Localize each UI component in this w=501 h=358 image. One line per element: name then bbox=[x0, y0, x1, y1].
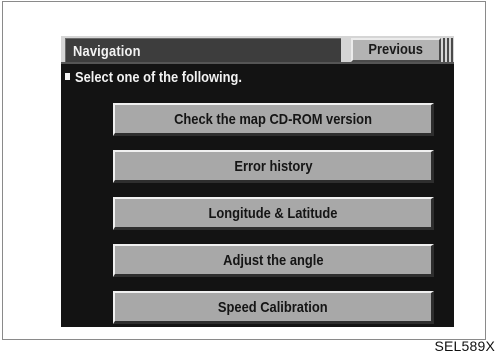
navigation-screen: Navigation Previous Select one of the fo… bbox=[61, 36, 454, 327]
previous-button-label: Previous bbox=[368, 41, 424, 58]
instruction-line: Select one of the following. bbox=[65, 69, 269, 87]
figure-code: SEL589X bbox=[434, 338, 495, 354]
menu-item-label: Longitude & Latitude bbox=[208, 204, 338, 222]
adjust-angle-button[interactable]: Adjust the angle bbox=[113, 244, 434, 277]
longitude-latitude-button[interactable]: Longitude & Latitude bbox=[113, 197, 434, 230]
figure-frame: Navigation Previous Select one of the fo… bbox=[2, 1, 486, 340]
menu-item-label: Error history bbox=[233, 157, 313, 175]
title-bar: Navigation Previous bbox=[61, 36, 454, 64]
menu-item-label: Check the map CD-ROM version bbox=[174, 110, 372, 128]
instruction-text: Select one of the following. bbox=[75, 69, 243, 87]
previous-button[interactable]: Previous bbox=[351, 38, 441, 62]
bullet-icon bbox=[65, 73, 70, 81]
speed-calibration-button[interactable]: Speed Calibration bbox=[113, 291, 434, 324]
error-history-button[interactable]: Error history bbox=[113, 150, 434, 183]
title-bar-stripes bbox=[443, 38, 454, 62]
check-map-cd-rom-version-button[interactable]: Check the map CD-ROM version bbox=[113, 103, 434, 136]
menu-list: Check the map CD-ROM version Error histo… bbox=[113, 103, 434, 327]
menu-item-label: Speed Calibration bbox=[218, 298, 328, 316]
title-tab: Navigation bbox=[65, 38, 341, 62]
screen-title: Navigation bbox=[73, 43, 141, 60]
menu-item-label: Adjust the angle bbox=[222, 251, 324, 269]
